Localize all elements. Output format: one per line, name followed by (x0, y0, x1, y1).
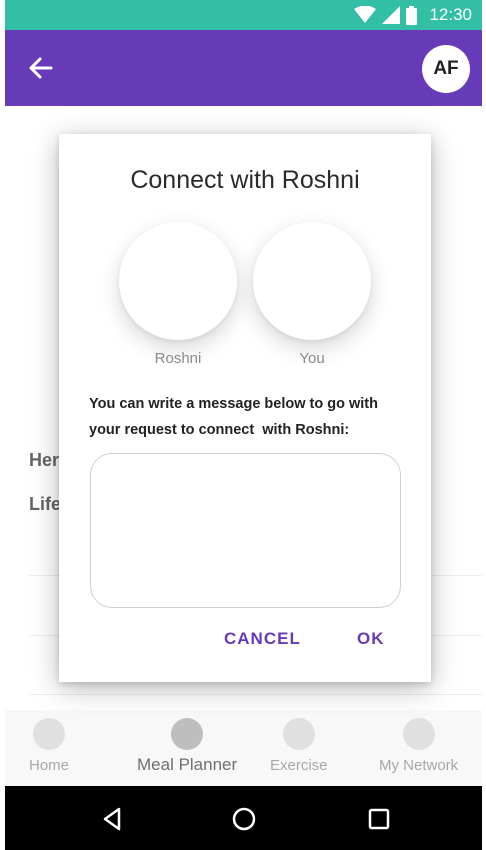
system-navigation-bar (5, 786, 482, 850)
person-you: You (253, 222, 371, 367)
battery-icon (406, 5, 418, 25)
dialog-message: You can write a message below to go with… (89, 391, 409, 443)
person-name: You (299, 350, 325, 367)
dialog-message-line-2: your request to connect with Roshni: (89, 422, 350, 438)
status-bar: 12:30 (5, 0, 482, 30)
dialog-title: Connect with Roshni (130, 166, 360, 194)
wifi-icon (354, 6, 377, 23)
message-input[interactable] (90, 453, 401, 608)
app-bar: AF (5, 30, 482, 106)
person-roshni: Roshni (119, 222, 237, 367)
user-avatar (253, 222, 371, 340)
connect-dialog: Connect with Roshni Roshni You You can w… (59, 134, 431, 682)
home-circle-icon (232, 807, 256, 831)
cancel-button[interactable]: CANCEL (224, 629, 301, 649)
system-recents-button[interactable] (366, 806, 392, 832)
system-back-button[interactable] (100, 806, 126, 832)
signal-icon (382, 6, 401, 24)
ok-button[interactable]: OK (357, 629, 385, 649)
avatar[interactable]: AF (422, 45, 470, 93)
back-triangle-icon (103, 807, 121, 831)
dialog-message-line-1: You can write a message below to go with (89, 396, 378, 412)
roshni-avatar (119, 222, 237, 340)
status-time: 12:30 (429, 5, 472, 24)
person-name: Roshni (154, 350, 202, 367)
status-icons: 12:30 (354, 0, 472, 30)
arrow-left-icon (29, 57, 53, 79)
back-button[interactable] (27, 54, 55, 82)
system-home-button[interactable] (231, 806, 257, 832)
recents-square-icon (368, 808, 390, 830)
